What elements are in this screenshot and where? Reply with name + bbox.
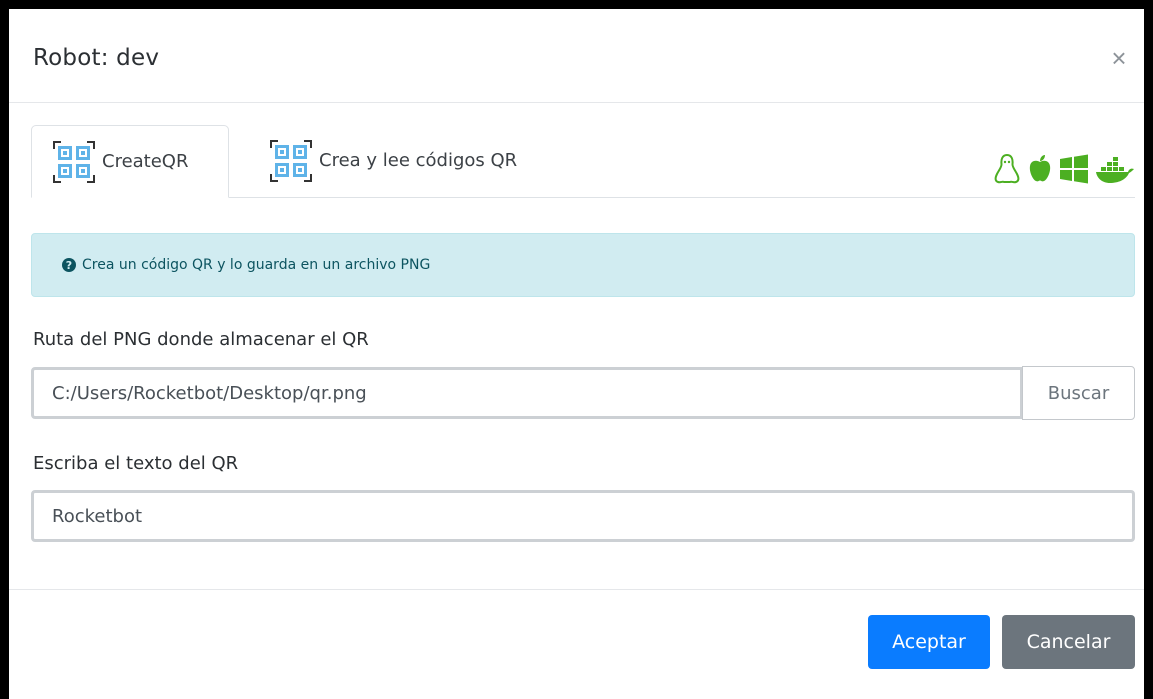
windows-icon	[1058, 153, 1090, 189]
tab-bar: CreateQR Crea y lee códigos QR	[31, 125, 1135, 198]
browse-button[interactable]: Buscar	[1022, 366, 1135, 420]
linux-icon	[992, 153, 1022, 189]
modal-header: Robot: dev ×	[9, 9, 1144, 103]
tab-label: Crea y lee códigos QR	[319, 150, 518, 171]
apple-icon	[1027, 153, 1053, 189]
qr-code-icon	[52, 140, 96, 184]
path-input[interactable]	[31, 367, 1023, 419]
info-text: Crea un código QR y lo guarda en un arch…	[82, 257, 431, 273]
close-button[interactable]: ×	[1102, 41, 1136, 75]
os-icons	[992, 153, 1135, 189]
info-alert: ? Crea un código QR y lo guarda en un ar…	[31, 233, 1135, 297]
modal-title: Robot: dev	[33, 45, 160, 71]
tab-label: CreateQR	[102, 151, 189, 172]
tab-crea-y-lee[interactable]: Crea y lee códigos QR	[249, 125, 537, 196]
qr-text-input[interactable]	[31, 490, 1135, 542]
cancel-button[interactable]: Cancelar	[1002, 615, 1135, 669]
qr-code-icon	[269, 139, 313, 183]
tab-createqr[interactable]: CreateQR	[31, 125, 229, 198]
robot-modal: Robot: dev × CreateQR Crea y lee códigos…	[9, 9, 1144, 699]
docker-icon	[1095, 153, 1135, 189]
accept-button[interactable]: Aceptar	[868, 615, 990, 669]
text-label: Escriba el texto del QR	[33, 453, 239, 474]
footer-divider	[9, 589, 1144, 590]
path-label: Ruta del PNG donde almacenar el QR	[33, 329, 369, 350]
question-circle-icon: ?	[62, 258, 76, 272]
